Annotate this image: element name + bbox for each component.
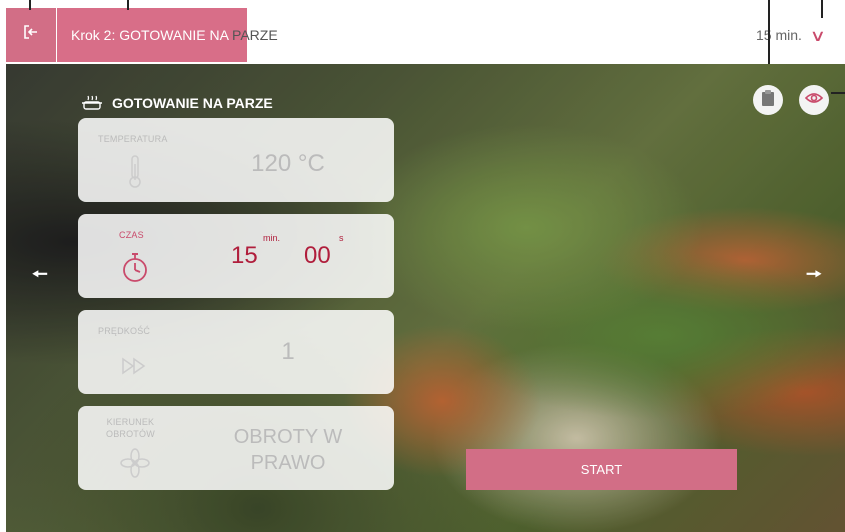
annotation-line: [831, 92, 845, 94]
chevron-down-icon[interactable]: ∨: [810, 26, 826, 46]
program-title: GOTOWANIE NA PARZE: [112, 95, 273, 111]
recipe-notes-button[interactable]: [753, 85, 783, 115]
step-title-rest: PARZE: [228, 27, 278, 43]
eye-icon: [804, 91, 824, 109]
speed-label: PRĘDKOŚĆ: [98, 326, 151, 336]
annotation-line: [29, 0, 31, 10]
time-label: CZAS: [119, 230, 144, 240]
direction-value: OBROTY W PRAWO: [233, 426, 343, 474]
steam-pot-icon: [82, 95, 102, 111]
step-title-highlight: Krok 2: GOTOWANIE NA: [71, 27, 229, 43]
time-minutes-unit: min.: [263, 233, 281, 243]
time-seconds[interactable]: 00: [304, 242, 331, 270]
clipboard-icon: [760, 89, 776, 112]
time-card[interactable]: CZAS 15 min. 00 s: [78, 214, 394, 298]
annotation-line: [821, 0, 823, 18]
program-header: GOTOWANIE NA PARZE: [82, 95, 273, 111]
time-seconds-unit: s: [339, 233, 344, 243]
speed-value: 1: [281, 338, 295, 365]
exit-button[interactable]: [6, 8, 56, 62]
temperature-value: 120 °C: [251, 150, 325, 177]
next-step-arrow-icon[interactable]: 🠖: [806, 262, 822, 292]
rotation-fan-icon: [120, 448, 150, 484]
temperature-card[interactable]: TEMPERATURA 120 °C: [78, 118, 394, 202]
previous-step-arrow-icon[interactable]: 🠔: [32, 262, 48, 292]
speed-card[interactable]: PRĘDKOŚĆ 1: [78, 310, 394, 394]
stopwatch-icon: [120, 250, 150, 286]
start-button[interactable]: START: [466, 449, 737, 490]
step-title: Krok 2: GOTOWANIE NA PARZE: [71, 27, 278, 43]
time-minutes[interactable]: 15: [231, 242, 258, 270]
annotation-line: [127, 0, 129, 10]
temperature-label: TEMPERATURA: [98, 134, 168, 144]
exit-icon: [22, 23, 40, 47]
duration-label[interactable]: 15 min.: [756, 27, 802, 43]
fast-forward-icon: [120, 356, 150, 392]
direction-label: KIERUNEK OBROTÓW: [106, 417, 155, 439]
preview-button[interactable]: [799, 85, 829, 115]
direction-card[interactable]: KIERUNEK OBROTÓW OBROTY W PRAWO: [78, 406, 394, 490]
thermometer-icon: [120, 154, 150, 190]
